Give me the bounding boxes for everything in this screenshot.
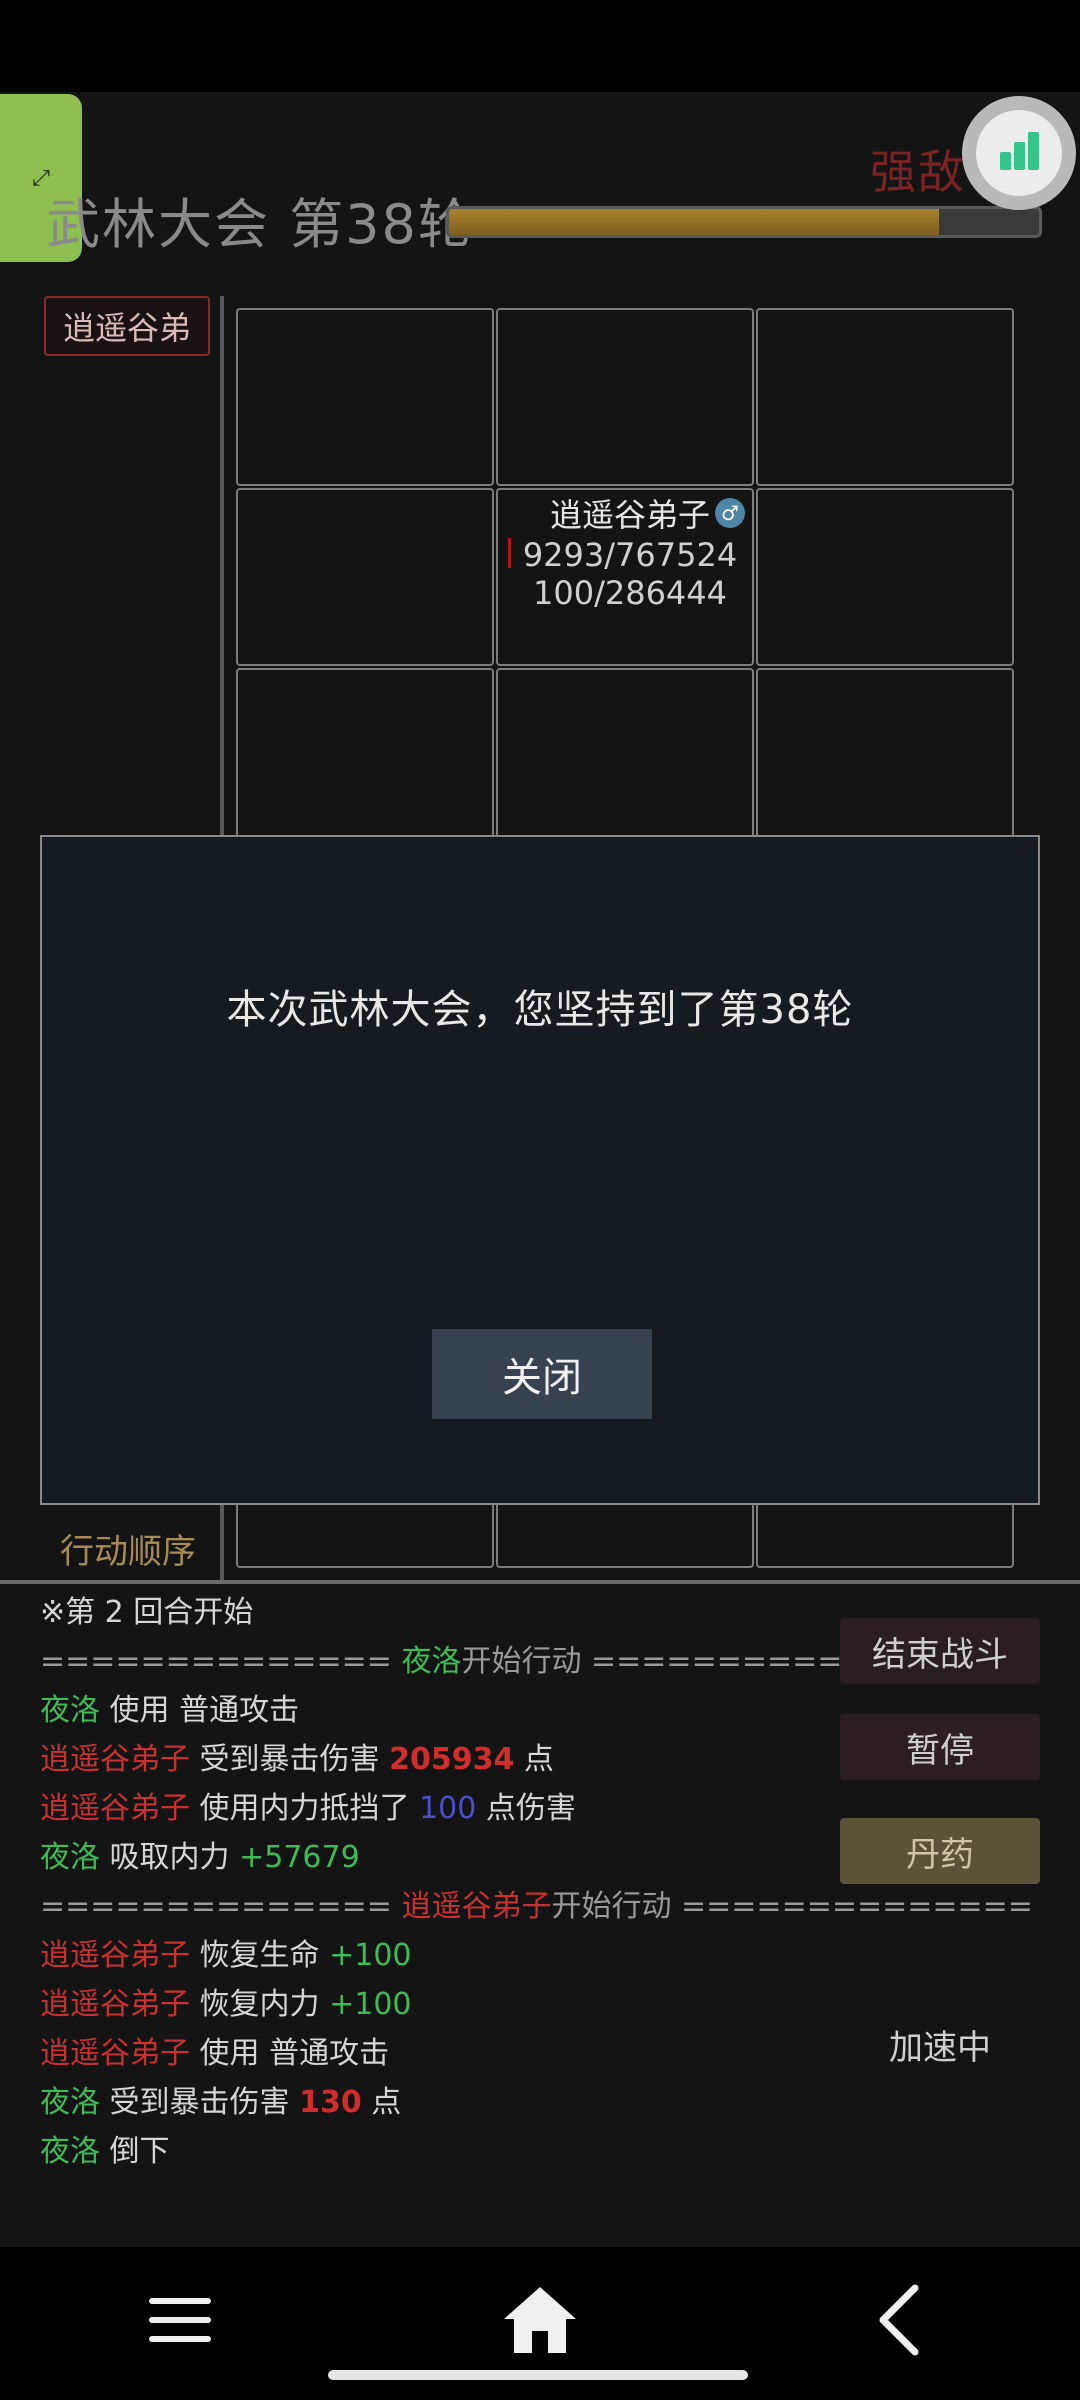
- log-line: ============== 夜洛开始行动 ==============: [40, 1644, 943, 1679]
- back-icon: [879, 2284, 919, 2356]
- grid-cell[interactable]: [496, 668, 754, 846]
- grid-cell[interactable]: [496, 308, 754, 486]
- close-button[interactable]: 关闭: [432, 1329, 652, 1419]
- speed-status[interactable]: 加速中: [840, 2020, 1040, 2069]
- action-order-label[interactable]: 行动顺序: [60, 1524, 196, 1573]
- home-icon: [504, 2287, 576, 2353]
- status-bar: [0, 0, 1080, 92]
- menu-icon: [149, 2298, 211, 2342]
- home-button[interactable]: [490, 2270, 590, 2370]
- log-line: 逍遥谷弟子 恢复内力 +100: [40, 1987, 412, 2022]
- floating-stats-button[interactable]: [962, 96, 1076, 210]
- fighter-hp: 9293/767524: [522, 536, 738, 574]
- fighter-mp: 100/286444: [532, 574, 727, 612]
- pill-button[interactable]: 丹药: [840, 1818, 1040, 1884]
- pause-button[interactable]: 暂停: [840, 1714, 1040, 1780]
- log-line: 逍遥谷弟子 使用 普通攻击: [40, 2036, 390, 2071]
- grid-cell[interactable]: [756, 488, 1014, 666]
- end-battle-button[interactable]: 结束战斗: [840, 1618, 1040, 1684]
- dialog-message: 本次武林大会，您坚持到了第38轮: [226, 987, 854, 1033]
- log-line: 夜洛 使用 普通攻击: [40, 1693, 300, 1728]
- grid-cell[interactable]: [236, 668, 494, 846]
- grid-cell[interactable]: [236, 308, 494, 486]
- log-line: 夜洛 受到暴击伤害 130 点: [40, 2085, 402, 2120]
- round-progress-bar: [446, 206, 1042, 238]
- log-line: 夜洛 吸取内力 +57679: [40, 1840, 360, 1875]
- bar-chart-icon: [976, 110, 1062, 196]
- log-line: 夜洛 倒下: [40, 2134, 170, 2169]
- grid-cell[interactable]: [236, 488, 494, 666]
- menu-button[interactable]: [130, 2270, 230, 2370]
- log-line: 逍遥谷弟子 受到暴击伤害 205934 点: [40, 1742, 554, 1777]
- log-line: 逍遥谷弟子 恢复生命 +100: [40, 1938, 412, 1973]
- log-line: 逍遥谷弟子 使用内力抵挡了 100 点伤害: [40, 1791, 576, 1826]
- round-progress-fill: [449, 209, 939, 235]
- page-title: 武林大会 第38轮: [46, 193, 474, 256]
- battle-log: ※第 2 回合开始 ============== 夜洛开始行动 ========…: [40, 1588, 1033, 2176]
- grid-cell[interactable]: [756, 308, 1014, 486]
- enemy-label: 强敌: [870, 145, 966, 199]
- home-indicator[interactable]: [328, 2370, 748, 2380]
- grid-cell[interactable]: [756, 668, 1014, 846]
- log-round-start: ※第 2 回合开始: [40, 1595, 254, 1630]
- result-dialog: 本次武林大会，您坚持到了第38轮 关闭: [40, 835, 1040, 1505]
- log-divider: [0, 1580, 1080, 1584]
- side-tag: 逍遥谷弟: [44, 296, 210, 356]
- back-button[interactable]: [850, 2270, 950, 2370]
- male-icon: ♂: [715, 498, 745, 528]
- log-line: ============== 逍遥谷弟子开始行动 ==============: [40, 1889, 1033, 1924]
